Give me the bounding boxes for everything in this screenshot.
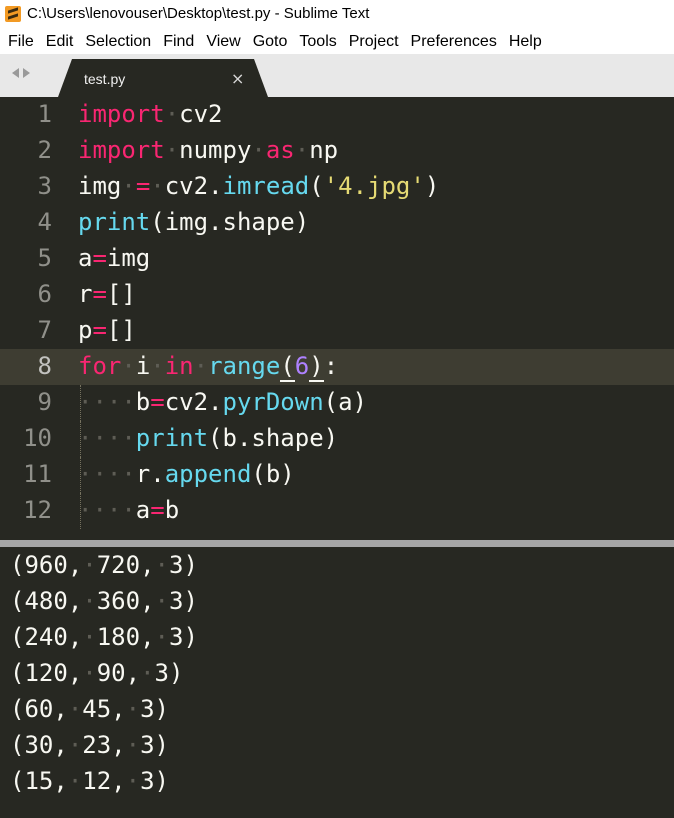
- code-line: 11 ····r.append(b): [0, 457, 674, 493]
- line-number: 2: [37, 136, 52, 164]
- menu-goto[interactable]: Goto: [247, 30, 294, 54]
- chevron-right-icon[interactable]: [23, 68, 30, 78]
- output-panel[interactable]: (960,·720,·3) (480,·360,·3) (240,·180,·3…: [0, 547, 674, 818]
- output-line: (960,·720,·3): [10, 551, 198, 579]
- code-text: print(img.shape): [78, 208, 310, 236]
- code-line: 5 a=img: [0, 241, 674, 277]
- chevron-left-icon[interactable]: [12, 68, 19, 78]
- window-title: C:\Users\lenovouser\Desktop\test.py - Su…: [27, 5, 370, 22]
- output-line: (480,·360,·3): [10, 587, 198, 615]
- title-bar: C:\Users\lenovouser\Desktop\test.py - Su…: [0, 0, 674, 30]
- line-number: 10: [23, 424, 52, 452]
- code-text: ····a=b: [78, 496, 180, 524]
- menu-selection[interactable]: Selection: [79, 30, 157, 54]
- tab-navigation: [12, 68, 30, 78]
- menu-view[interactable]: View: [200, 30, 246, 54]
- code-line: 1 import·cv2: [0, 97, 674, 133]
- tab-test-py[interactable]: test.py ×: [58, 59, 268, 97]
- output-line: (240,·180,·3): [10, 623, 198, 651]
- line-number: 9: [37, 388, 52, 416]
- code-line: 4 print(img.shape): [0, 205, 674, 241]
- code-text: p=[]: [78, 316, 136, 344]
- line-number: 6: [37, 280, 52, 308]
- code-line: 7 p=[]: [0, 313, 674, 349]
- tab-bar: test.py ×: [0, 54, 674, 97]
- sublime-text-icon: [5, 6, 21, 22]
- code-text: ····r.append(b): [78, 460, 295, 488]
- line-number: 4: [37, 208, 52, 236]
- line-number: 3: [37, 172, 52, 200]
- menu-edit[interactable]: Edit: [40, 30, 80, 54]
- output-line: (120,·90,·3): [10, 659, 184, 687]
- menu-help[interactable]: Help: [503, 30, 548, 54]
- output-line: (60,·45,·3): [10, 695, 169, 723]
- close-icon[interactable]: ×: [231, 69, 244, 88]
- menu-find[interactable]: Find: [157, 30, 200, 54]
- line-number: 11: [23, 460, 52, 488]
- menu-tools[interactable]: Tools: [293, 30, 342, 54]
- code-line-active: 8 for·i·in·range(6):: [0, 349, 674, 385]
- output-line: (15,·12,·3): [10, 767, 169, 795]
- line-number: 1: [37, 100, 52, 128]
- code-line: 3 img·=·cv2.imread('4.jpg'): [0, 169, 674, 205]
- line-number: 12: [23, 496, 52, 524]
- line-number: 8: [37, 352, 52, 380]
- code-text: for·i·in·range(6):: [78, 352, 339, 382]
- menu-bar: File Edit Selection Find View Goto Tools…: [0, 30, 674, 54]
- code-text: r=[]: [78, 280, 136, 308]
- code-line: 10 ····print(b.shape): [0, 421, 674, 457]
- menu-preferences[interactable]: Preferences: [405, 30, 503, 54]
- code-line: 9 ····b=cv2.pyrDown(a): [0, 385, 674, 421]
- panel-divider[interactable]: [0, 540, 674, 547]
- code-text: a=img: [78, 244, 151, 272]
- code-editor[interactable]: 1 import·cv2 2 import·numpy·as·np 3 img·…: [0, 97, 674, 540]
- line-number: 5: [37, 244, 52, 272]
- code-line: 6 r=[]: [0, 277, 674, 313]
- line-number: 7: [37, 316, 52, 344]
- code-text: import·numpy·as·np: [78, 136, 339, 164]
- code-text: ····print(b.shape): [78, 424, 339, 452]
- code-line: 12 ····a=b: [0, 493, 674, 529]
- code-line: 2 import·numpy·as·np: [0, 133, 674, 169]
- code-text: import·cv2: [78, 100, 223, 128]
- code-text: ····b=cv2.pyrDown(a): [78, 388, 368, 416]
- menu-project[interactable]: Project: [343, 30, 405, 54]
- output-line: (30,·23,·3): [10, 731, 169, 759]
- tab-label: test.py: [84, 71, 126, 87]
- code-text: img·=·cv2.imread('4.jpg'): [78, 172, 440, 200]
- menu-file[interactable]: File: [0, 30, 40, 54]
